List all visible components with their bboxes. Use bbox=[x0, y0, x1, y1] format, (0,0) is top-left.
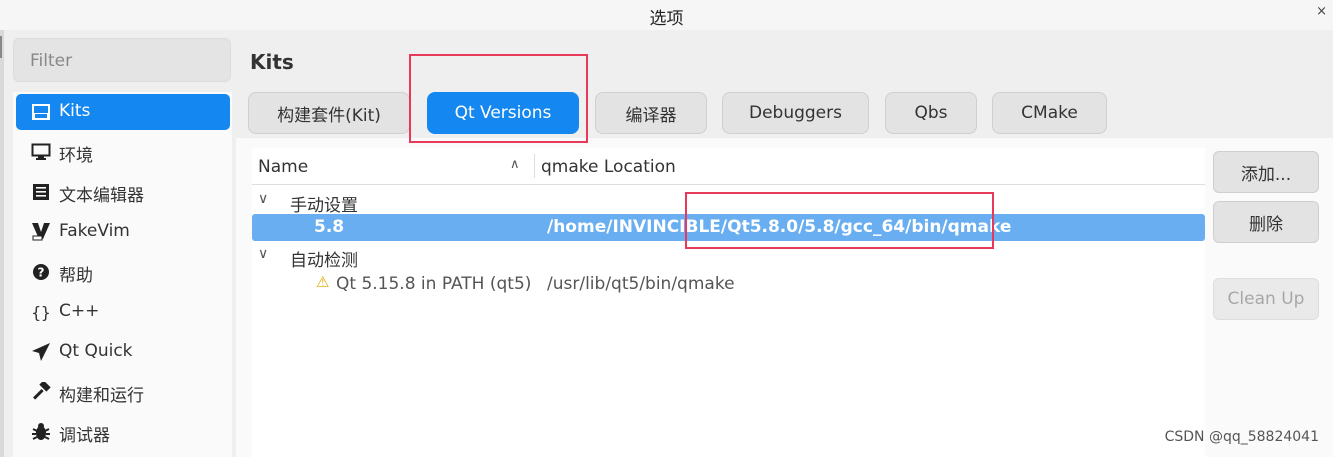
table-row[interactable]: ⚠ Qt 5.15.8 in PATH (qt5) /usr/lib/qt5/b… bbox=[252, 271, 1205, 298]
sidebar-item-build-run[interactable]: 构建和运行 bbox=[16, 374, 230, 410]
table-header: Name ∧ qmake Location bbox=[252, 148, 1205, 185]
sidebar-item-label: Kits bbox=[59, 101, 91, 121]
sidebar-item-fakevim[interactable]: FakeVim bbox=[16, 214, 230, 250]
sidebar: Filter Kits 环境 文本编辑器 FakeVim ? 帮助 {} C++… bbox=[13, 38, 233, 457]
sidebar-item-label: FakeVim bbox=[59, 221, 130, 241]
close-icon[interactable]: × bbox=[1316, 4, 1327, 19]
qt-versions-tree: Name ∧ qmake Location ∨ 手动设置 5.8 /home/I… bbox=[252, 148, 1205, 457]
sidebar-item-label: 文本编辑器 bbox=[59, 186, 144, 206]
fakevim-icon bbox=[30, 222, 52, 242]
remove-button[interactable]: 删除 bbox=[1213, 201, 1319, 243]
tab-qbs[interactable]: Qbs bbox=[885, 92, 977, 134]
tab-debuggers[interactable]: Debuggers bbox=[722, 92, 869, 134]
clean-up-button[interactable]: Clean Up bbox=[1213, 278, 1319, 320]
warning-icon: ⚠ bbox=[316, 273, 330, 291]
table-row[interactable]: 5.8 /home/INVINCIBLE/Qt5.8.0/5.8/gcc_64/… bbox=[252, 214, 1205, 241]
svg-text:?: ? bbox=[38, 266, 45, 280]
sidebar-item-label: 帮助 bbox=[59, 266, 93, 286]
row-location: /usr/lib/qt5/bin/qmake bbox=[547, 274, 735, 294]
monitor-icon bbox=[30, 142, 52, 162]
sidebar-item-qt-quick[interactable]: Qt Quick bbox=[16, 334, 230, 370]
sidebar-item-label: 调试器 bbox=[59, 426, 110, 446]
chevron-down-icon[interactable]: ∨ bbox=[258, 246, 268, 262]
text-editor-icon bbox=[30, 182, 52, 202]
sidebar-list: Kits 环境 文本编辑器 FakeVim ? 帮助 {} C++ Qt Qui… bbox=[13, 92, 232, 457]
sidebar-item-label: Qt Quick bbox=[59, 341, 133, 361]
row-name: 5.8 bbox=[314, 217, 345, 237]
help-icon: ? bbox=[30, 262, 52, 282]
row-location: /home/INVINCIBLE/Qt5.8.0/5.8/gcc_64/bin/… bbox=[547, 217, 1012, 237]
page-title: Kits bbox=[250, 50, 294, 74]
add-button[interactable]: 添加... bbox=[1213, 151, 1319, 193]
bug-icon bbox=[30, 422, 52, 442]
column-header-location[interactable]: qmake Location bbox=[541, 157, 676, 177]
left-window-edge-marker bbox=[0, 36, 2, 58]
left-window-edge bbox=[0, 30, 4, 457]
title-bar: 选项 × bbox=[0, 0, 1333, 30]
column-divider[interactable] bbox=[534, 154, 535, 178]
tree-group-manual[interactable]: ∨ 手动设置 bbox=[252, 188, 1205, 216]
group-label: 自动检测 bbox=[290, 251, 358, 271]
watermark: CSDN @qq_58824041 bbox=[1164, 429, 1319, 445]
tab-cmake[interactable]: CMake bbox=[992, 92, 1107, 134]
sort-ascending-icon: ∧ bbox=[510, 157, 520, 172]
row-name: Qt 5.15.8 in PATH (qt5) bbox=[336, 274, 532, 294]
window-title: 选项 bbox=[649, 9, 684, 29]
tree-group-auto[interactable]: ∨ 自动检测 bbox=[252, 243, 1205, 271]
kits-icon bbox=[30, 102, 52, 122]
column-header-name[interactable]: Name bbox=[258, 157, 308, 177]
chevron-down-icon[interactable]: ∨ bbox=[258, 191, 268, 207]
braces-icon: {} bbox=[31, 302, 51, 322]
sidebar-item-label: 环境 bbox=[59, 146, 93, 166]
sidebar-item-environment[interactable]: 环境 bbox=[16, 134, 230, 170]
hammer-icon bbox=[30, 382, 52, 402]
sidebar-item-cpp[interactable]: {} C++ bbox=[16, 294, 230, 330]
group-label: 手动设置 bbox=[290, 196, 358, 216]
sidebar-item-debugger[interactable]: 调试器 bbox=[16, 414, 230, 450]
sidebar-item-kits[interactable]: Kits bbox=[16, 94, 230, 130]
tab-compilers[interactable]: 编译器 bbox=[595, 92, 707, 134]
tab-qt-versions[interactable]: Qt Versions bbox=[427, 92, 579, 134]
sidebar-item-text-editor[interactable]: 文本编辑器 bbox=[16, 174, 230, 210]
sidebar-item-label: 构建和运行 bbox=[59, 386, 144, 406]
tab-kits[interactable]: 构建套件(Kit) bbox=[248, 92, 410, 134]
qt-quick-icon bbox=[30, 342, 52, 362]
filter-input[interactable]: Filter bbox=[13, 38, 231, 82]
sidebar-item-help[interactable]: ? 帮助 bbox=[16, 254, 230, 290]
sidebar-item-label: C++ bbox=[59, 301, 100, 321]
